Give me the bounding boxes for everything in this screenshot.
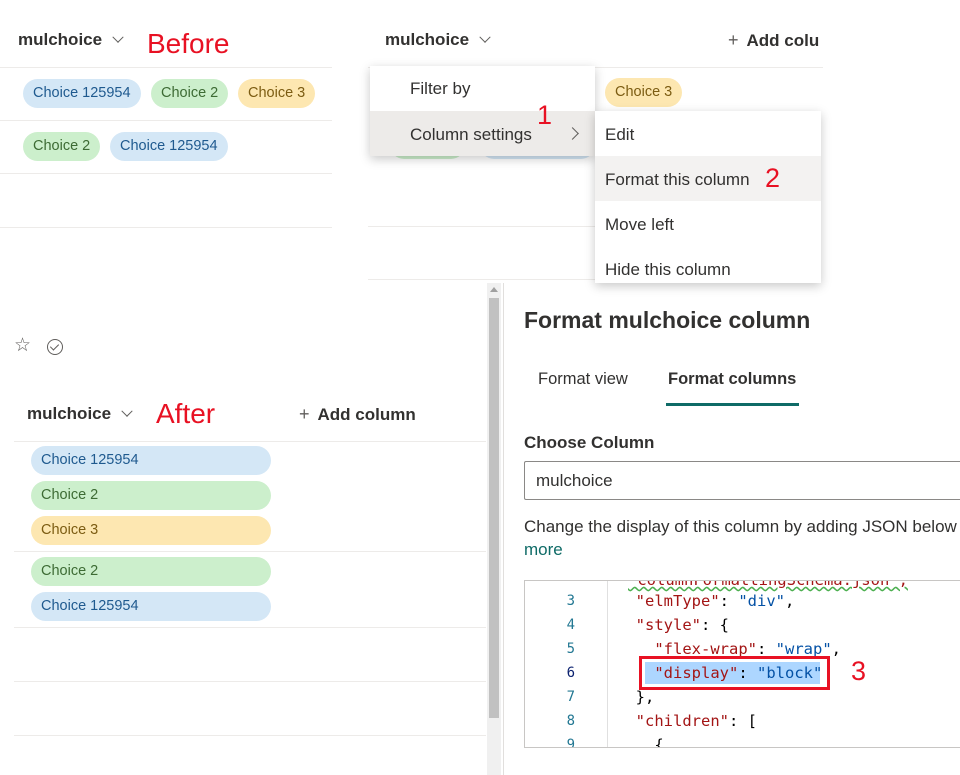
menu-item-hide-this-column[interactable]: Hide this column <box>605 260 731 280</box>
chevron-right-icon <box>566 127 579 140</box>
divider <box>368 226 595 227</box>
choice-chip: Choice 2 <box>31 557 271 586</box>
step-3-marker: 3 <box>851 656 867 686</box>
choice-chip: Choice 125954 <box>23 79 141 108</box>
line-number: 7 <box>566 689 575 705</box>
code-line: "children": [ <box>617 712 757 730</box>
divider <box>14 441 486 442</box>
choose-column-select[interactable]: mulchoice <box>524 461 960 500</box>
menu-item-format-this-column[interactable]: Format this column <box>595 156 821 201</box>
column-header-label: mulchoice <box>385 30 470 49</box>
code-line: "style": { <box>617 616 729 634</box>
choice-chip: Choice 2 <box>31 481 271 510</box>
line-number: 8 <box>566 713 575 729</box>
step-2-marker: 2 <box>765 163 781 193</box>
add-column-button[interactable]: + Add colu <box>728 30 823 51</box>
scrollbar-thumb[interactable] <box>489 298 499 718</box>
chevron-down-icon[interactable] <box>112 31 124 43</box>
before-label: Before <box>147 28 230 59</box>
check-circle-icon[interactable] <box>47 339 63 355</box>
scroll-up-icon[interactable] <box>490 287 498 292</box>
menu-column-header[interactable]: mulchoice <box>385 30 491 50</box>
plus-icon: + <box>728 30 739 50</box>
more-link[interactable]: more <box>524 540 563 560</box>
after-column-header[interactable]: mulchoice <box>27 404 133 424</box>
column-header-label: mulchoice <box>27 404 112 423</box>
menu-item-label: Format this column <box>605 170 750 189</box>
panel-border <box>503 283 504 775</box>
add-column-label: Add colu <box>746 30 820 50</box>
divider <box>0 227 332 228</box>
code-line: "elmType": "div", <box>617 592 795 610</box>
divider <box>368 279 595 280</box>
divider <box>0 67 332 68</box>
help-text: Change the display of this column by add… <box>524 517 957 536</box>
submenu: Edit Format this column Move left Hide t… <box>595 111 821 283</box>
active-tab-indicator <box>666 403 799 406</box>
indent-guide <box>607 581 608 747</box>
tab-format-columns[interactable]: Format columns <box>668 370 796 389</box>
choose-column-label: Choose Column <box>524 433 655 452</box>
star-icon[interactable]: ☆ <box>14 334 31 357</box>
add-column-label: Add column <box>317 404 416 424</box>
divider <box>14 681 486 682</box>
highlight-box <box>639 656 830 690</box>
choice-chip: Choice 125954 <box>31 592 271 621</box>
chevron-down-icon[interactable] <box>479 31 491 43</box>
divider <box>14 551 486 552</box>
choice-chip: Choice 2 <box>23 132 101 161</box>
menu-item-filter-by[interactable]: Filter by <box>410 79 470 99</box>
column-header-label: mulchoice <box>18 30 103 49</box>
code-line: }, <box>617 688 655 706</box>
panel-title: Format mulchoice column <box>524 307 811 333</box>
scrollbar[interactable] <box>487 283 501 775</box>
code-line: { <box>617 736 664 748</box>
context-menu: Filter by Column settings <box>370 66 595 156</box>
code-line-partial: "columnFormattingSchema.json", <box>628 580 908 589</box>
divider <box>0 173 332 174</box>
choice-chip: Choice 2 <box>151 79 229 108</box>
divider <box>14 735 486 736</box>
menu-item-column-settings[interactable]: Column settings <box>370 111 595 156</box>
menu-item-edit[interactable]: Edit <box>605 125 634 145</box>
chevron-down-icon[interactable] <box>121 405 133 417</box>
add-column-button[interactable]: + Add column <box>299 404 416 425</box>
divider <box>0 120 332 121</box>
before-column-header[interactable]: mulchoice <box>18 30 124 50</box>
tab-format-view[interactable]: Format view <box>538 370 628 389</box>
line-number: 9 <box>566 737 575 748</box>
divider <box>14 627 486 628</box>
choice-chip: Choice 3 <box>31 516 271 545</box>
line-number: 3 <box>566 593 575 609</box>
line-number: 5 <box>566 641 575 657</box>
menu-item-label: Column settings <box>410 125 532 144</box>
choice-chip: Choice 125954 <box>31 446 271 475</box>
menu-item-move-left[interactable]: Move left <box>605 215 674 235</box>
step-1-marker: 1 <box>537 100 553 130</box>
plus-icon: + <box>299 404 310 424</box>
line-number: 6 <box>566 665 575 681</box>
line-number: 4 <box>566 617 575 633</box>
choice-chip: Choice 125954 <box>110 132 228 161</box>
choice-chip: Choice 3 <box>605 78 683 107</box>
after-label: After <box>156 398 216 429</box>
choice-chip: Choice 3 <box>238 79 316 108</box>
